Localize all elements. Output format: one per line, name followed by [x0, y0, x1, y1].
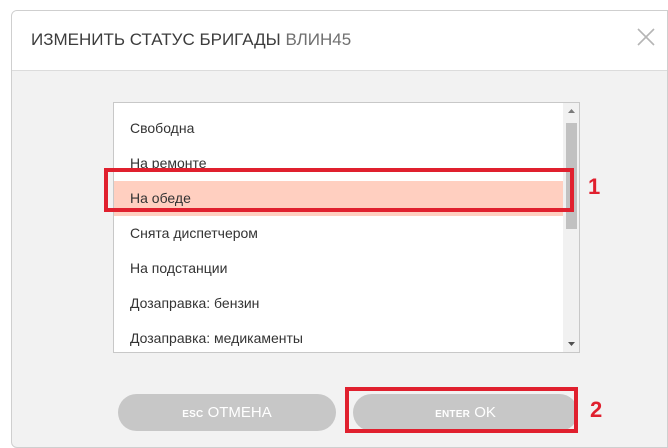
status-listbox[interactable]: Свободна На ремонте На обеде Снята диспе… [113, 102, 580, 353]
marker-number-1: 1 [588, 174, 601, 199]
status-option-refuel-medicines[interactable]: Дозаправка: медикаменты [114, 321, 563, 352]
close-button[interactable] [633, 24, 659, 50]
change-status-dialog: ИЗМЕНИТЬ СТАТУС БРИГАДЫ ВЛИН45 Свободна … [11, 10, 668, 448]
cancel-button[interactable]: ESC ОТМЕНА [118, 394, 336, 431]
highlight-box-2 [345, 387, 578, 433]
status-option-free[interactable]: Свободна [114, 111, 563, 146]
highlight-box-1 [104, 168, 574, 212]
arrow-up-icon [568, 109, 575, 113]
arrow-down-icon [568, 342, 575, 346]
dialog-title: ИЗМЕНИТЬ СТАТУС БРИГАДЫ ВЛИН45 [31, 30, 351, 50]
status-option-refuel-gasoline[interactable]: Дозаправка: бензин [114, 286, 563, 321]
dialog-header: ИЗМЕНИТЬ СТАТУС БРИГАДЫ ВЛИН45 [12, 11, 667, 71]
status-option-at-substation[interactable]: На подстанции [114, 251, 563, 286]
list-scrollbar[interactable] [563, 103, 579, 352]
close-icon [637, 28, 655, 46]
cancel-shortcut-key: ESC [182, 409, 204, 420]
scroll-down-button[interactable] [563, 335, 579, 352]
cancel-label: ОТМЕНА [207, 404, 272, 421]
brigade-id: ВЛИН45 [285, 30, 352, 49]
dialog-title-text: ИЗМЕНИТЬ СТАТУС БРИГАДЫ [31, 30, 281, 49]
status-option-removed-by-dispatcher[interactable]: Снята диспетчером [114, 216, 563, 251]
scroll-up-button[interactable] [563, 103, 579, 120]
marker-number-2: 2 [590, 397, 603, 422]
